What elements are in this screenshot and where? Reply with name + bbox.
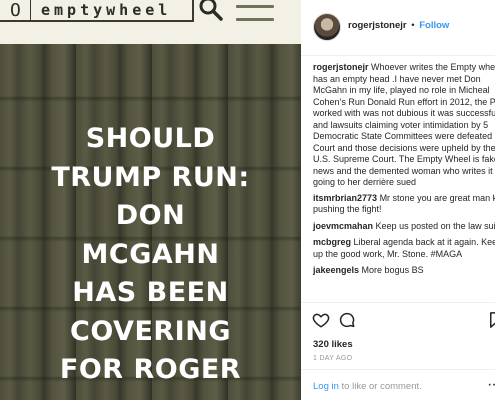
menu-bar	[236, 5, 274, 8]
headline-line: HAS BEEN	[72, 277, 229, 308]
menu-bar	[236, 18, 274, 21]
site-header: O emptywheel	[0, 0, 301, 44]
comment-text: Keep us posted on the law suit.	[375, 220, 495, 231]
avatar[interactable]	[313, 13, 341, 41]
comment: jakeengels More bogus BS	[313, 265, 495, 277]
comment-username[interactable]: joevmcmahan	[313, 221, 373, 231]
headline: SHOULD TRUMP RUN: DON MCGAHN HAS BEEN CO…	[0, 120, 301, 390]
headline-line: MCGAHN	[81, 238, 220, 270]
site-logo[interactable]: O emptywheel	[0, 0, 194, 22]
logo-letter: O	[10, 0, 21, 21]
caption-text: Whoever writes the Empty wheel has an em…	[313, 62, 495, 187]
login-prompt-text: to like or comment.	[341, 381, 422, 392]
more-options-icon[interactable]: ···	[487, 376, 495, 394]
post-author-row: rogerjstonejr • Follow	[348, 20, 449, 31]
headline-line: TRUMP RUN:	[51, 161, 250, 193]
post-caption: rogerjstonejr Whoever writes the Empty w…	[313, 62, 495, 189]
comment-icon[interactable]	[338, 311, 356, 329]
post-actions: 320 likes 1 DAY AGO Log in to like or co…	[301, 302, 495, 398]
logo-divider	[30, 0, 31, 20]
comment: mcbgreg Liberal agenda back at it again.…	[313, 237, 495, 260]
post-header: rogerjstonejr • Follow	[301, 0, 495, 56]
comment: joevmcmahan Keep us posted on the law su…	[313, 221, 495, 233]
instagram-post-panel: rogerjstonejr • Follow rogerjstonejr Who…	[301, 0, 495, 400]
author-username[interactable]: rogerjstonejr	[348, 20, 407, 31]
headline-line: SHOULD	[85, 123, 216, 154]
headline-line: DON	[115, 200, 186, 231]
search-icon[interactable]	[198, 0, 224, 22]
caption-username[interactable]: rogerjstonejr	[313, 62, 369, 72]
comment: itsmrbrian2773 Mr stone you are great ma…	[313, 193, 495, 216]
follow-button[interactable]: Follow	[419, 20, 449, 31]
headline-line: FOR ROGER	[59, 354, 242, 385]
comment-username[interactable]: jakeengels	[313, 265, 359, 275]
logo-text: emptywheel	[41, 1, 172, 19]
like-count[interactable]: 320 likes	[313, 339, 353, 350]
post-timestamp: 1 DAY AGO	[313, 355, 353, 362]
article-image: O emptywheel SHOULD TRUMP RUN: DON MCGAH…	[0, 0, 301, 400]
comment-username[interactable]: itsmrbrian2773	[313, 193, 377, 203]
login-prompt: Log in to like or comment. ···	[301, 369, 495, 399]
comments-list: rogerjstonejr Whoever writes the Empty w…	[313, 62, 495, 282]
hamburger-menu-icon[interactable]	[236, 5, 274, 23]
separator-dot: •	[411, 20, 415, 31]
bookmark-icon[interactable]	[487, 311, 495, 329]
heart-icon[interactable]	[312, 311, 330, 329]
login-text: Log in to like or comment.	[313, 381, 422, 392]
comment-text: More bogus BS	[361, 265, 424, 275]
comment-username[interactable]: mcbgreg	[313, 237, 351, 247]
headline-line: COVERING	[70, 315, 231, 347]
login-link[interactable]: Log in	[313, 381, 339, 392]
